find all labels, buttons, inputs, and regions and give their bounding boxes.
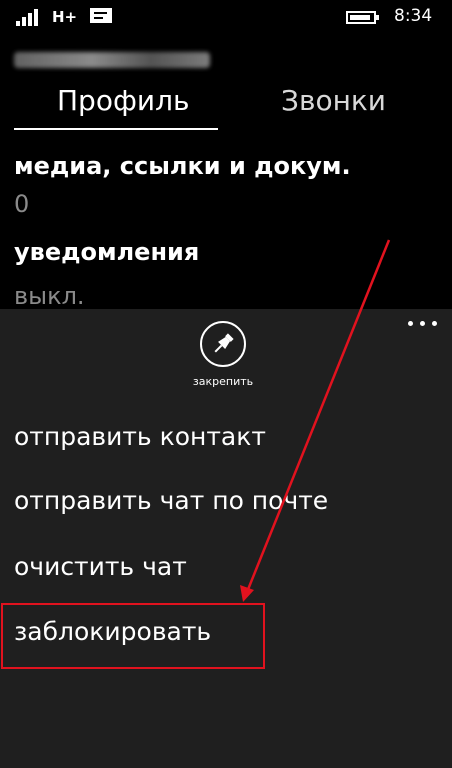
clock: 8:34: [394, 6, 433, 26]
contact-name-blurred: [14, 52, 210, 68]
annotation-highlight-box: [1, 603, 265, 669]
status-bar: H+ 8:34: [0, 0, 452, 34]
message-icon: [90, 8, 112, 23]
tab-active-indicator: [14, 128, 218, 130]
app-bar: закрепить отправить контакт отправить ча…: [0, 309, 452, 768]
tab-profile[interactable]: Профиль: [57, 84, 190, 117]
media-links-docs-count: 0: [14, 190, 30, 218]
network-type-label: H+: [52, 8, 78, 26]
menu-item-send-contact[interactable]: отправить контакт: [14, 422, 266, 451]
pin-button[interactable]: [200, 321, 246, 367]
battery-icon: [346, 11, 379, 24]
tab-calls[interactable]: Звонки: [281, 84, 386, 117]
menu-item-clear-chat[interactable]: очистить чат: [14, 552, 187, 581]
ellipsis-icon[interactable]: [408, 317, 438, 329]
pin-label: закрепить: [192, 375, 254, 388]
menu-item-email-chat[interactable]: отправить чат по почте: [14, 486, 328, 515]
pin-icon: [214, 333, 234, 353]
tab-bar: Профиль Звонки: [0, 84, 452, 134]
media-links-docs-title[interactable]: медиа, ссылки и докум.: [14, 152, 351, 180]
notifications-title[interactable]: уведомления: [14, 238, 199, 266]
signal-icon: [16, 8, 42, 26]
notifications-value: выкл.: [14, 282, 85, 310]
